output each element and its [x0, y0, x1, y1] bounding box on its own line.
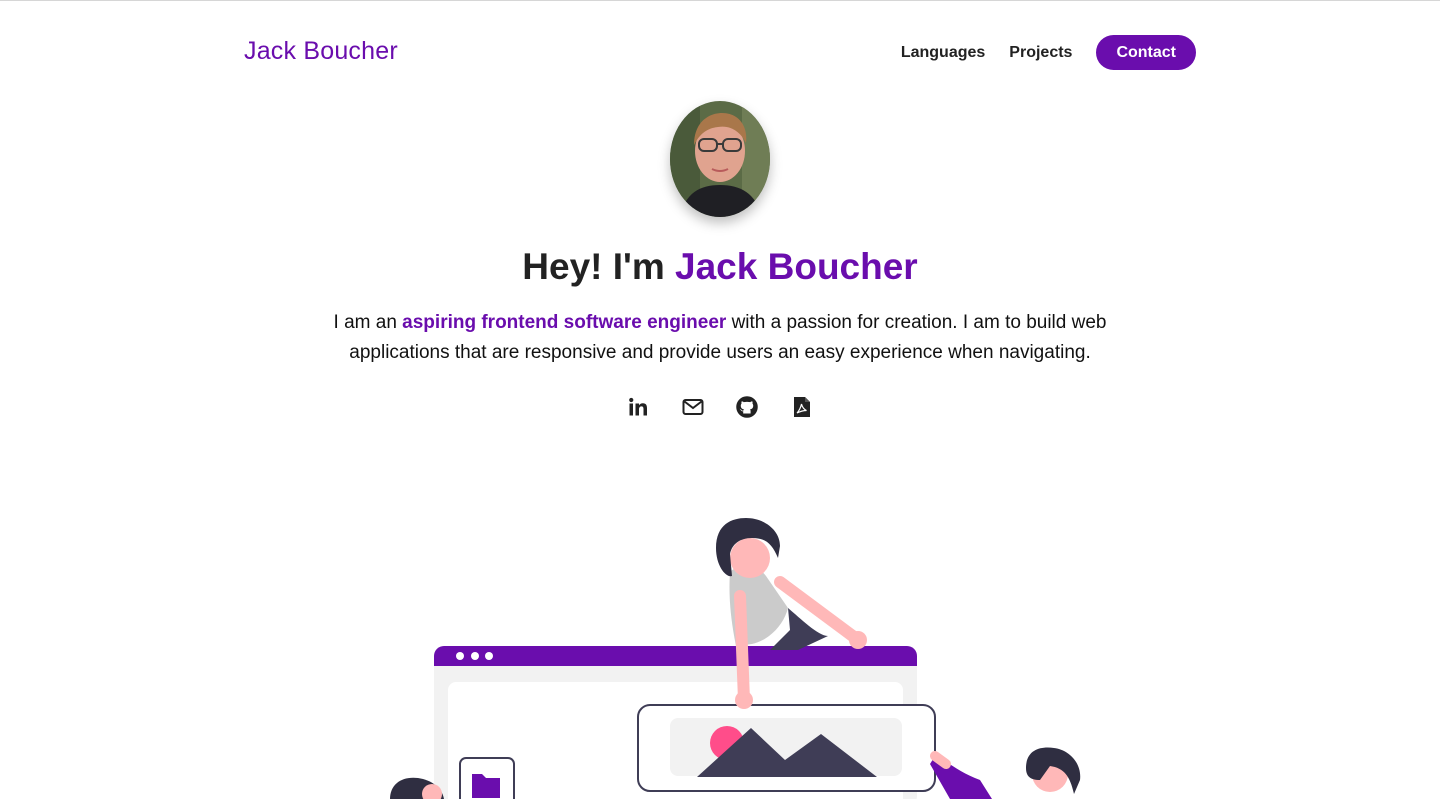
intro-before: I am an [333, 312, 397, 333]
hero-intro: I am an aspiring frontend software engin… [320, 308, 1120, 368]
hero-illustration [380, 510, 1100, 804]
intro-highlight: aspiring frontend software engineer [402, 312, 727, 333]
email-link[interactable] [675, 393, 711, 421]
linkedin-icon [629, 397, 647, 416]
nav-projects[interactable]: Projects [1009, 44, 1072, 62]
github-icon [736, 396, 759, 418]
nav-links: Languages Projects Contact [901, 35, 1196, 70]
hero-heading: Hey! I'm Jack Boucher [0, 246, 1440, 288]
linkedin-link[interactable] [620, 393, 656, 421]
hero-greeting: Hey! I'm [522, 246, 665, 287]
mail-icon [682, 399, 704, 415]
pdf-icon [793, 397, 810, 417]
social-links [620, 393, 820, 421]
brand-logo[interactable]: Jack Boucher [244, 37, 398, 66]
top-navigation: Jack Boucher Languages Projects Contact [0, 0, 1440, 100]
developer-illustration-icon [390, 518, 1081, 804]
profile-photo-icon [670, 101, 770, 217]
resume-link[interactable] [784, 393, 820, 421]
hero-name: Jack Boucher [675, 246, 918, 287]
avatar [670, 101, 770, 217]
github-link[interactable] [729, 393, 765, 421]
nav-languages[interactable]: Languages [901, 44, 985, 62]
contact-button[interactable]: Contact [1096, 35, 1196, 70]
